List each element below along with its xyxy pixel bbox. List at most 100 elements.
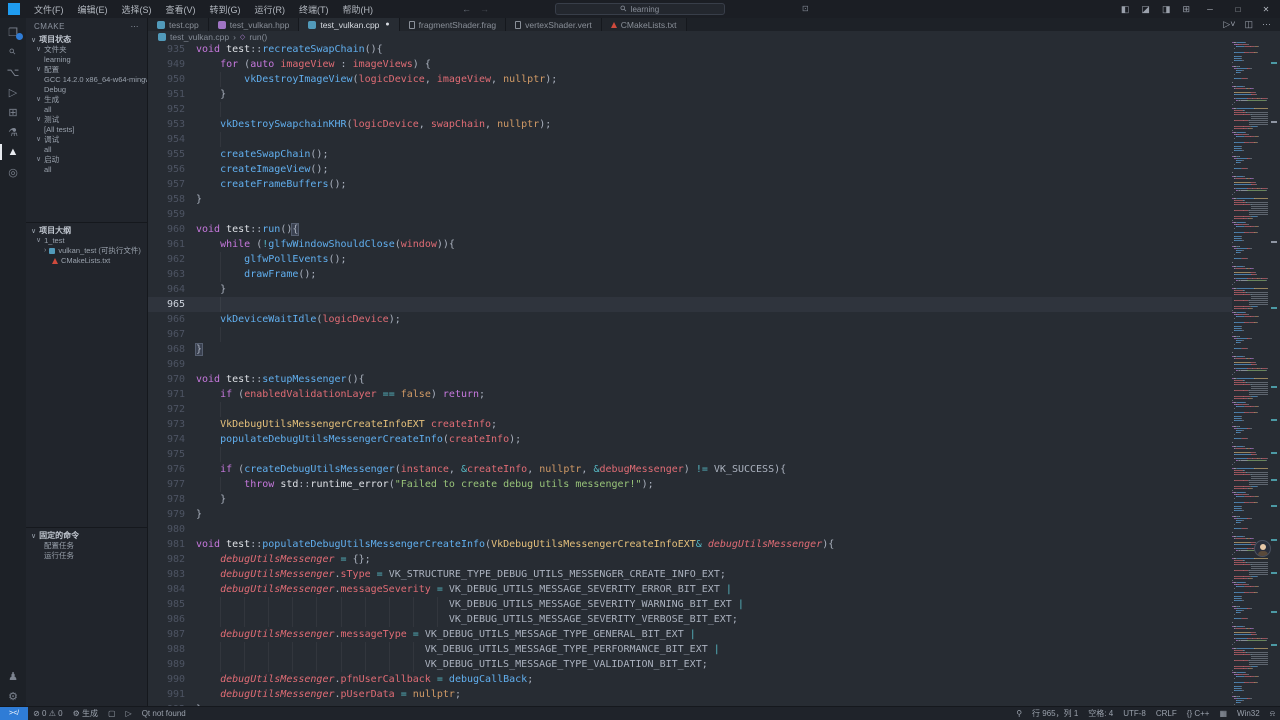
more-actions-button[interactable]: ⋯ (1262, 19, 1271, 30)
config-status-icon[interactable]: ▦ (1214, 707, 1232, 720)
remote-indicator[interactable]: ></ (0, 707, 29, 720)
testing-icon[interactable]: ⚗ (0, 122, 26, 142)
sidebar-item[interactable]: › vulkan_test (可执行文件) (26, 246, 147, 256)
tab-test.cpp[interactable]: test.cpp (148, 18, 209, 31)
menu-item[interactable]: 选择(S) (115, 0, 159, 18)
minimize-button[interactable]: ─ (1196, 0, 1224, 18)
breadcrumb-symbol[interactable]: run() (249, 32, 267, 42)
sidebar-item[interactable]: all (26, 165, 147, 175)
explorer-icon[interactable]: ❐ (0, 22, 26, 42)
section-header[interactable]: ∨ 项目大纲 (26, 225, 147, 236)
minimap-line (1232, 420, 1268, 421)
breadcrumb[interactable]: test_vulkan.cpp › ◇ run() (148, 31, 1280, 42)
title-bar: 文件(F) 编辑(E) 选择(S) 查看(V) 转到(G) 运行(R) 终端(T) 帮助(H)… (0, 0, 1280, 18)
command-center-search[interactable]: ⚲ learning (555, 3, 725, 15)
toggle-sidebar-icon[interactable]: ◧ (1115, 4, 1136, 15)
menu-item[interactable]: 转到(G) (203, 0, 248, 18)
maximize-button[interactable]: □ (1224, 0, 1252, 18)
tab-vertexShader.vert[interactable]: vertexShader.vert (506, 18, 602, 31)
minimap-line (1232, 668, 1268, 669)
tab-fragmentShader.frag[interactable]: fragmentShader.frag (399, 18, 507, 31)
sidebar-item[interactable]: ∨ 启动 (26, 155, 147, 165)
account-icon[interactable]: ♟ (0, 666, 26, 686)
menu-item[interactable]: 帮助(H) (336, 0, 381, 18)
cmake-icon[interactable]: ▲ (0, 142, 26, 162)
sidebar-item[interactable]: ∨ 测试 (26, 115, 147, 125)
sidebar-item[interactable]: GCC 14.2.0 x86_64-w64-mingw32 (26, 75, 147, 85)
source-control-icon[interactable]: ⌥ (0, 62, 26, 82)
language-mode[interactable]: {} C++ (1182, 707, 1215, 720)
tab-CMakeLists.txt[interactable]: CMakeLists.txt (601, 18, 687, 31)
minimap-line (1232, 400, 1268, 401)
sidebar-item[interactable]: ∨ 配置 (26, 65, 147, 75)
search-icon[interactable]: ⚲ (0, 42, 26, 62)
close-button[interactable]: ✕ (1252, 0, 1280, 18)
forward-arrow-icon[interactable]: → (480, 4, 489, 14)
settings-gear-icon[interactable]: ⚙ (0, 686, 26, 706)
minimap-line (1232, 266, 1268, 267)
encoding[interactable]: UTF-8 (1118, 707, 1151, 720)
code-line-text: drawFrame(); (196, 267, 316, 282)
back-arrow-icon[interactable]: ← (462, 4, 471, 14)
sidebar-item[interactable]: ∨ 1_test (26, 236, 147, 246)
sidebar-item[interactable]: [All tests] (26, 125, 147, 135)
sidebar-item[interactable]: all (26, 145, 147, 155)
menu-item[interactable]: 文件(F) (27, 0, 71, 18)
titlebar-widget-icon[interactable]: ⊡ (802, 4, 809, 13)
assistant-avatar-icon[interactable] (1254, 540, 1271, 557)
more-actions-icon[interactable]: ⋯ (131, 22, 140, 31)
tab-test_vulkan.cpp[interactable]: test_vulkan.cpp ● (299, 18, 400, 31)
sidebar-item[interactable]: ∨ 文件夹 (26, 45, 147, 55)
qt-status[interactable]: Qt not found (137, 707, 191, 720)
code-line-text: } (196, 194, 203, 205)
platform-status[interactable]: Win32 (1232, 707, 1265, 720)
breadcrumb-file[interactable]: test_vulkan.cpp (170, 32, 229, 42)
minimap[interactable] (1232, 42, 1268, 706)
sidebar-item[interactable]: CMakeLists.txt (26, 256, 147, 266)
code-editor[interactable]: 935 void test::recreateSwapChain(){949 fo… (148, 42, 1232, 706)
notifications-bell-icon[interactable]: ⍾ (1265, 707, 1280, 720)
minimap-line (1232, 94, 1268, 95)
minimap-line (1232, 656, 1268, 657)
code-line-text: if (createDebugUtilsMessenger(instance, … (220, 464, 787, 475)
sidebar-item[interactable]: 运行任务 (26, 551, 147, 561)
extensions-icon[interactable]: ⊞ (0, 102, 26, 122)
minimap-line (1232, 640, 1268, 641)
sidebar-item[interactable]: 配置任务 (26, 541, 147, 551)
indent-guide (364, 657, 366, 672)
problems-button[interactable]: ⊘ 0 ⚠ 0 (28, 707, 67, 720)
minimap-line (1232, 110, 1268, 111)
customize-layout-icon[interactable]: ⊞ (1176, 4, 1196, 15)
section-header[interactable]: ∨ 固定的命令 (26, 530, 147, 541)
split-editor-button[interactable]: ◫ (1244, 19, 1253, 30)
menu-item[interactable]: 运行(R) (248, 0, 293, 18)
minimap-line (1232, 618, 1268, 619)
sidebar-item[interactable]: ∨ 生成 (26, 95, 147, 105)
eol-selector[interactable]: CRLF (1151, 707, 1182, 720)
menu-item[interactable]: 编辑(E) (71, 0, 115, 18)
build-target-button[interactable]: ▢ (103, 707, 121, 720)
indentation[interactable]: 空格: 4 (1083, 707, 1118, 720)
tab-test_vulkan.hpp[interactable]: test_vulkan.hpp (208, 18, 300, 31)
sidebar-item[interactable]: ∨ 调试 (26, 135, 147, 145)
run-file-button[interactable]: ▷˅ (1223, 19, 1235, 30)
extension-panel-icon[interactable]: ◎ (0, 162, 26, 182)
cmake-build-button[interactable]: ⚙ 生成 (68, 707, 103, 720)
overview-ruler-scrollbar[interactable] (1268, 42, 1280, 706)
minimap-line (1232, 626, 1268, 627)
line-number: 982 (166, 554, 185, 565)
launch-button[interactable]: ▷ (121, 707, 137, 720)
search-icon: ⚲ (618, 3, 629, 14)
toggle-secondary-sidebar-icon[interactable]: ◨ (1156, 4, 1177, 15)
menu-item[interactable]: 终端(T) (292, 0, 336, 18)
run-debug-icon[interactable]: ▷ (0, 82, 26, 102)
search-status-icon[interactable]: ⚲ (1011, 707, 1027, 720)
cursor-position[interactable]: 行 965，列 1 (1027, 707, 1083, 720)
menu-item[interactable]: 查看(V) (159, 0, 203, 18)
sidebar-item[interactable]: learning (26, 55, 147, 65)
sidebar-item[interactable]: all (26, 105, 147, 115)
toggle-panel-icon[interactable]: ◪ (1135, 4, 1156, 15)
sidebar-item[interactable]: Debug (26, 85, 147, 95)
minimap-line (1232, 270, 1268, 271)
section-header[interactable]: ∨ 项目状态 (26, 34, 147, 45)
